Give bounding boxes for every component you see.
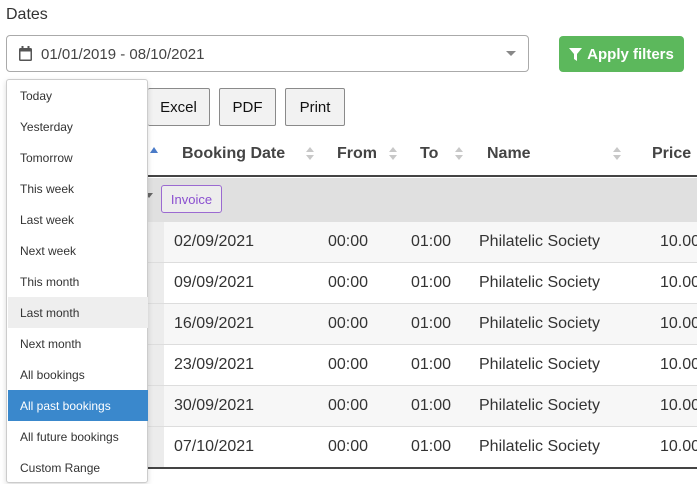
to-cell: 01:00 xyxy=(411,233,452,250)
row-select-cell[interactable] xyxy=(148,304,164,344)
range-option-this-week[interactable]: This week xyxy=(8,173,148,204)
range-option-tomorrow[interactable]: Tomorrow xyxy=(8,142,148,173)
row-select-cell[interactable] xyxy=(148,345,164,385)
price-cell: 10.00 xyxy=(660,356,697,373)
sort-ascending-icon[interactable] xyxy=(150,147,158,153)
from-cell: 00:00 xyxy=(328,315,369,332)
column-header-from[interactable]: From xyxy=(337,145,377,163)
to-cell: 01:00 xyxy=(411,438,452,455)
price-cell: 10.00 xyxy=(660,233,697,250)
pdf-button[interactable]: PDF xyxy=(219,88,276,126)
table-row[interactable]: 07/10/2021 00:00 01:00 Philatelic Society 10… xyxy=(148,427,697,468)
from-cell: 00:00 xyxy=(328,397,369,414)
column-header-name[interactable]: Name xyxy=(487,145,531,163)
row-select-cell[interactable] xyxy=(148,427,164,467)
booking-date-cell: 02/09/2021 xyxy=(174,233,255,250)
table-row[interactable]: 02/09/2021 00:00 01:00 Philatelic Society 10… xyxy=(148,222,697,263)
table-bottom-border xyxy=(148,467,697,469)
to-cell: 01:00 xyxy=(411,397,452,414)
from-cell: 00:00 xyxy=(328,274,369,291)
date-range-menu: Today Yesterday Tomorrow This week Last week… xyxy=(6,79,148,483)
invoice-badge[interactable]: Invoice xyxy=(161,185,222,213)
name-cell: Philatelic Society xyxy=(479,438,600,455)
table-header: Booking Date From To Name Price xyxy=(148,133,697,177)
sort-icon[interactable] xyxy=(389,147,397,161)
range-option-next-month[interactable]: Next month xyxy=(8,328,148,359)
filter-icon xyxy=(569,47,583,61)
price-cell: 10.00 xyxy=(660,397,697,414)
group-row xyxy=(148,178,697,222)
excel-button[interactable]: Excel xyxy=(148,88,210,126)
sort-icon[interactable] xyxy=(613,147,621,161)
name-cell: Philatelic Society xyxy=(479,356,600,373)
range-option-last-week[interactable]: Last week xyxy=(8,204,148,235)
range-option-yesterday[interactable]: Yesterday xyxy=(8,111,148,142)
column-header-booking-date[interactable]: Booking Date xyxy=(182,145,285,163)
name-cell: Philatelic Society xyxy=(479,315,600,332)
table-row[interactable]: 09/09/2021 00:00 01:00 Philatelic Society 10… xyxy=(148,263,697,304)
apply-filters-label: Apply filters xyxy=(587,45,674,63)
range-option-all-past-bookings[interactable]: All past bookings xyxy=(8,390,148,421)
to-cell: 01:00 xyxy=(411,315,452,332)
name-cell: Philatelic Society xyxy=(479,233,600,250)
range-option-all-bookings[interactable]: All bookings xyxy=(8,359,148,390)
from-cell: 00:00 xyxy=(328,233,369,250)
price-cell: 10.00 xyxy=(660,274,697,291)
booking-date-cell: 09/09/2021 xyxy=(174,274,255,291)
to-cell: 01:00 xyxy=(411,274,452,291)
range-option-all-future-bookings[interactable]: All future bookings xyxy=(8,421,148,452)
row-select-cell[interactable] xyxy=(148,386,164,426)
row-select-cell[interactable] xyxy=(148,263,164,303)
sort-icon[interactable] xyxy=(306,147,314,161)
table-row[interactable]: 23/09/2021 00:00 01:00 Philatelic Society 10… xyxy=(148,345,697,386)
date-range-picker[interactable]: 01/01/2019 - 08/10/2021 xyxy=(6,35,529,72)
column-header-price[interactable]: Price xyxy=(652,145,691,163)
column-header-to[interactable]: To xyxy=(420,145,438,163)
calendar-icon xyxy=(19,46,32,61)
booking-date-cell: 07/10/2021 xyxy=(174,438,255,455)
range-option-last-month[interactable]: Last month xyxy=(8,297,148,328)
range-option-custom-range[interactable]: Custom Range xyxy=(8,452,148,483)
apply-filters-button[interactable]: Apply filters xyxy=(559,36,684,72)
from-cell: 00:00 xyxy=(328,438,369,455)
chevron-down-icon[interactable] xyxy=(506,51,516,56)
print-button[interactable]: Print xyxy=(285,88,345,126)
date-range-value: 01/01/2019 - 08/10/2021 xyxy=(41,46,205,63)
booking-date-cell: 16/09/2021 xyxy=(174,315,255,332)
table-row[interactable]: 16/09/2021 00:00 01:00 Philatelic Society 10… xyxy=(148,304,697,345)
name-cell: Philatelic Society xyxy=(479,397,600,414)
price-cell: 10.00 xyxy=(660,315,697,332)
dates-label: Dates xyxy=(6,6,48,23)
row-select-cell[interactable] xyxy=(148,222,164,262)
range-option-next-week[interactable]: Next week xyxy=(8,235,148,266)
table-row[interactable]: 30/09/2021 00:00 01:00 Philatelic Society 10… xyxy=(148,386,697,427)
sort-icon[interactable] xyxy=(455,147,463,161)
range-option-today[interactable]: Today xyxy=(8,80,148,111)
range-option-this-month[interactable]: This month xyxy=(8,266,148,297)
name-cell: Philatelic Society xyxy=(479,274,600,291)
price-cell: 10.00 xyxy=(660,438,697,455)
booking-date-cell: 30/09/2021 xyxy=(174,397,255,414)
booking-date-cell: 23/09/2021 xyxy=(174,356,255,373)
to-cell: 01:00 xyxy=(411,356,452,373)
from-cell: 00:00 xyxy=(328,356,369,373)
